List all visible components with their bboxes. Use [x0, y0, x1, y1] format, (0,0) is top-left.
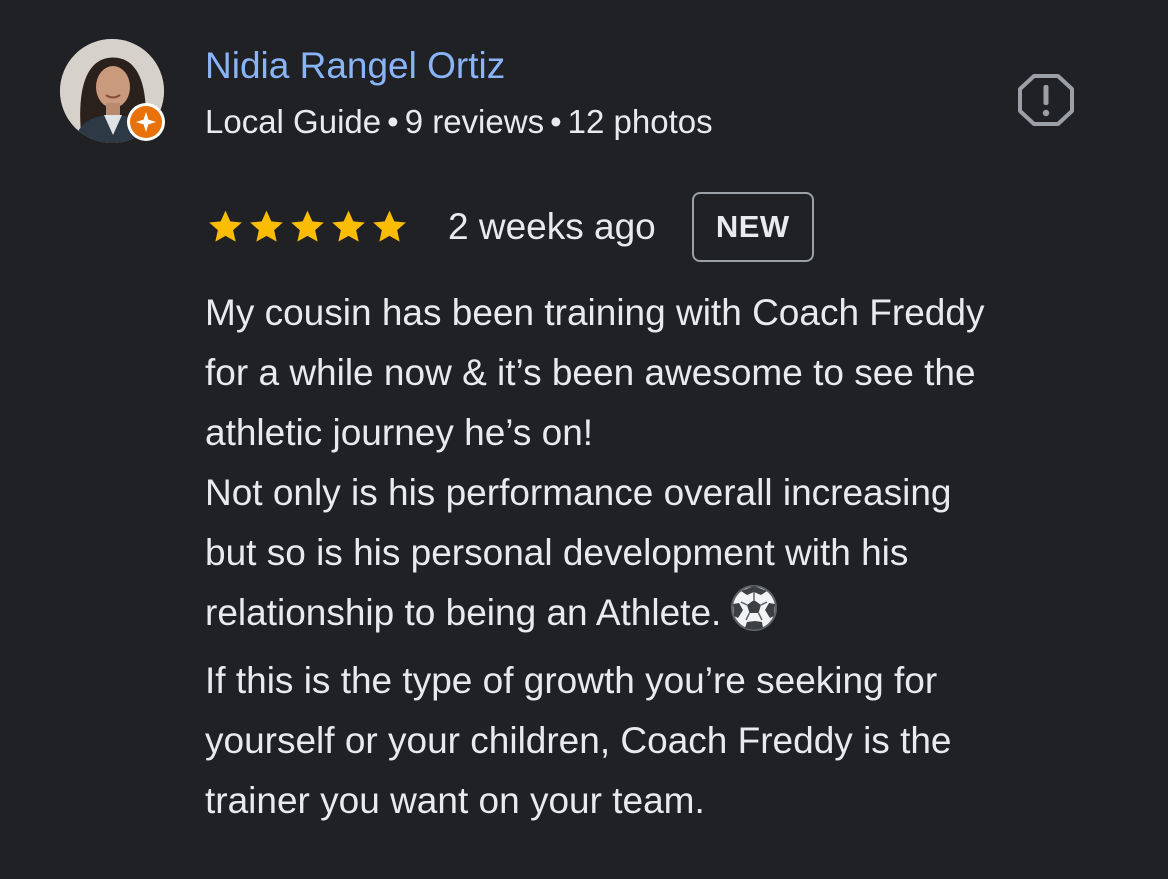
review-line: yourself or your children, Coach Freddy … [205, 720, 952, 761]
reviewer-avatar-container[interactable] [60, 39, 168, 147]
review-line-with-emoji: relationship to being an Athlete. [205, 583, 1155, 651]
star-icon [373, 210, 406, 242]
local-guide-badge-icon [135, 111, 157, 133]
reviewer-reviews-count: 9 reviews [404, 103, 545, 140]
reviewer-name[interactable]: Nidia Rangel Ortiz [205, 44, 505, 88]
review-text: My cousin has been training with Coach F… [205, 283, 1155, 831]
star-icon [332, 210, 365, 242]
reviewer-level: Local Guide [205, 103, 382, 140]
review-line: My cousin has been training with Coach F… [205, 292, 985, 333]
report-review-button[interactable] [1016, 72, 1076, 128]
star-rating [205, 207, 410, 247]
review-line: If this is the type of growth you’re see… [205, 660, 938, 701]
review-line: Not only is his performance overall incr… [205, 472, 952, 513]
star-icon [250, 210, 283, 242]
review-card: Nidia Rangel Ortiz Local Guide • 9 reviews… [0, 0, 1168, 879]
star-icon [209, 210, 242, 242]
review-line: for a while now & it’s been awesome to s… [205, 352, 976, 393]
reviewer-meta: Local Guide • 9 reviews • 12 photos [205, 102, 713, 142]
new-badge: NEW [691, 192, 814, 262]
meta-separator: • [387, 103, 399, 140]
review-line: relationship to being an Athlete. [205, 592, 722, 633]
review-line: but so is his personal development with … [205, 532, 909, 573]
meta-separator: • [550, 103, 562, 140]
star-icon [291, 210, 324, 242]
rating-row: 2 weeks ago NEW [205, 190, 814, 264]
soccer-ball-icon [729, 583, 779, 651]
review-time: 2 weeks ago [448, 206, 656, 247]
local-guide-badge [127, 103, 165, 141]
review-line: trainer you want on your team. [205, 780, 705, 821]
reviewer-photos-count: 12 photos [567, 103, 713, 140]
report-flag-icon [1018, 74, 1074, 126]
review-line: athletic journey he’s on! [205, 412, 594, 453]
